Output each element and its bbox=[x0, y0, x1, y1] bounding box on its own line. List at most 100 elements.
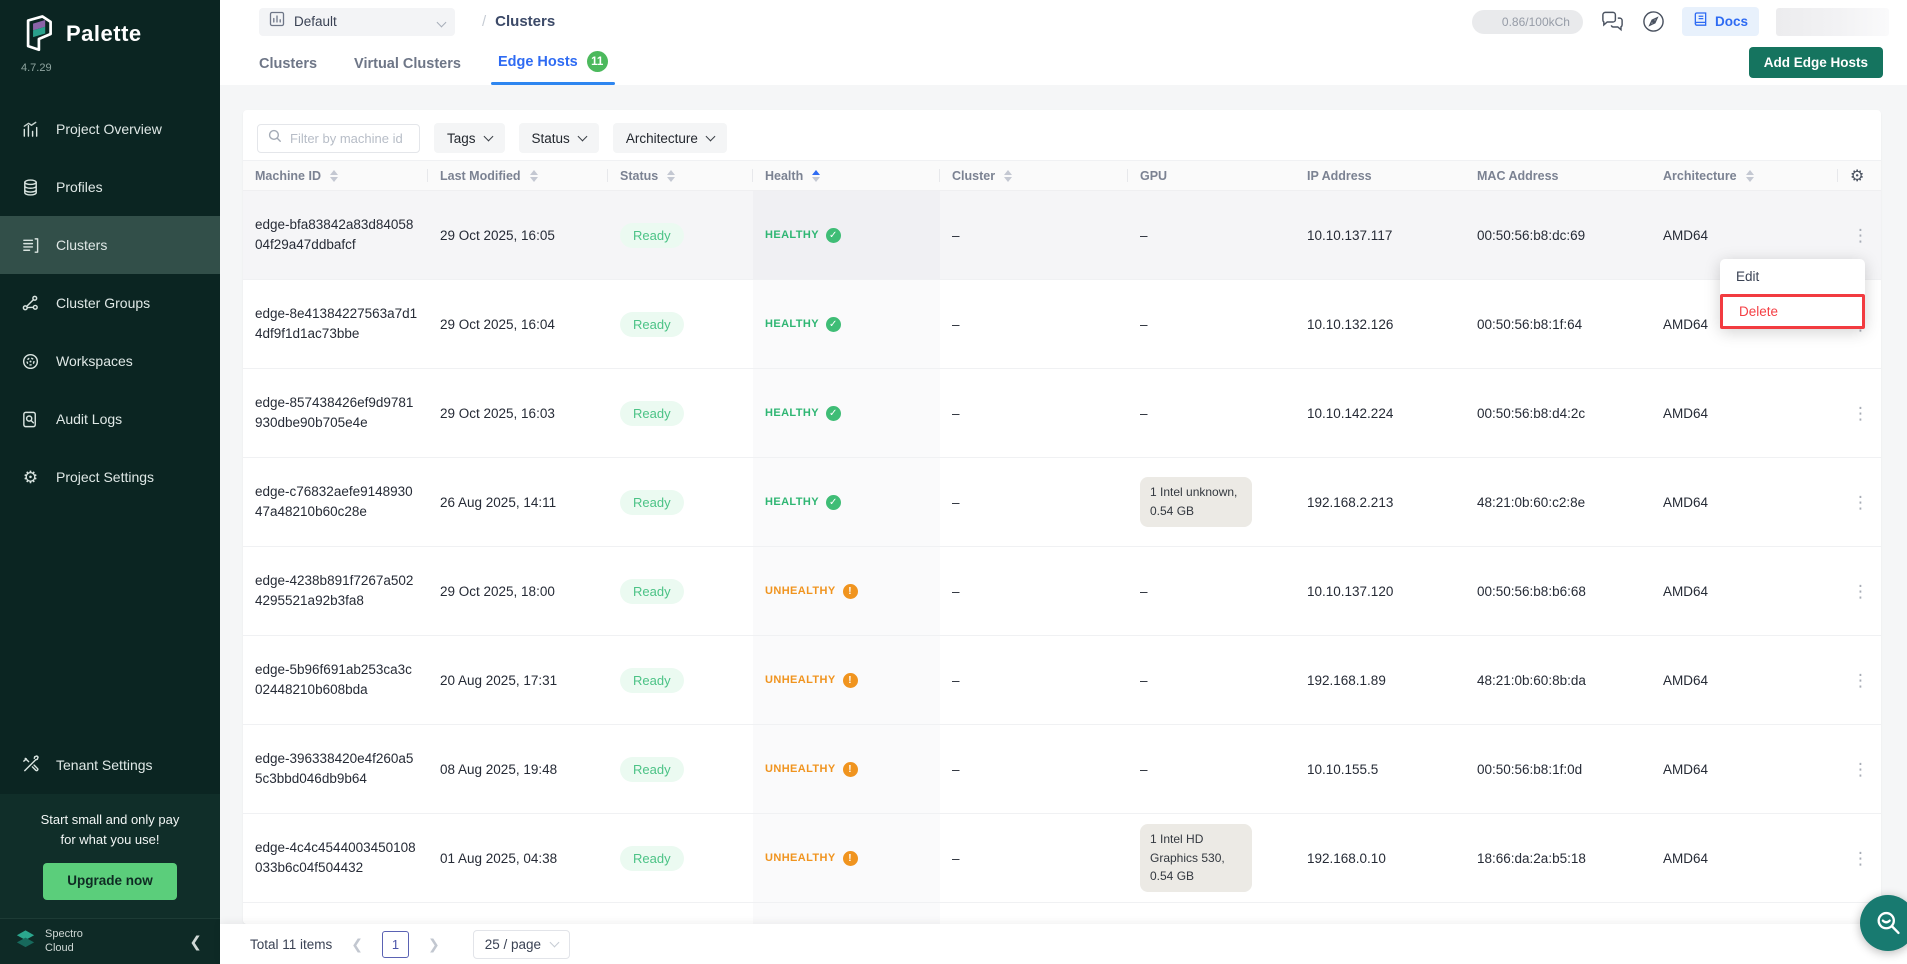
row-actions-kebab-icon[interactable]: ⋮ bbox=[1838, 494, 1881, 511]
topbar: Default / Clusters 0.86/100kCh bbox=[220, 0, 1907, 85]
column-header-last-modified[interactable]: Last Modified bbox=[428, 161, 608, 190]
project-selector[interactable]: Default bbox=[259, 8, 455, 36]
cell-machine-id: edge-8e41384227563a7d14df9f1d1ac73bbe bbox=[243, 304, 428, 345]
edge-hosts-card: Tags Status Architecture Machine IDLast Mo… bbox=[243, 110, 1881, 924]
chevron-down-icon bbox=[705, 132, 715, 142]
column-header-machine-id[interactable]: Machine ID bbox=[243, 161, 428, 190]
profiles-icon bbox=[20, 178, 41, 197]
cell-architecture: AMD64 bbox=[1651, 495, 1838, 510]
compass-icon[interactable] bbox=[1642, 10, 1665, 33]
sidebar-item-cluster-groups[interactable]: Cluster Groups bbox=[0, 274, 220, 332]
row-actions-kebab-icon[interactable]: ⋮ bbox=[1838, 672, 1881, 689]
cell-machine-id: edge-bfa83842a83d8405804f29a47ddbafcf bbox=[243, 215, 428, 256]
sidebar-item-project-overview[interactable]: Project Overview bbox=[0, 100, 220, 158]
machine-id-search[interactable] bbox=[257, 124, 420, 153]
prev-page-icon[interactable]: ❮ bbox=[347, 936, 367, 953]
row-actions-kebab-icon[interactable]: ⋮ bbox=[1838, 583, 1881, 600]
search-input[interactable] bbox=[290, 131, 409, 146]
filter-bar: Tags Status Architecture bbox=[243, 110, 1881, 160]
tab-edge-hosts[interactable]: Edge Hosts11 bbox=[498, 51, 608, 85]
user-account-area-redacted bbox=[1776, 8, 1889, 36]
sidebar-item-workspaces[interactable]: Workspaces bbox=[0, 332, 220, 390]
status-badge: Ready bbox=[620, 757, 684, 782]
column-label: Status bbox=[620, 169, 658, 183]
total-items-label: Total 11 items bbox=[250, 937, 332, 952]
upgrade-now-button[interactable]: Upgrade now bbox=[43, 863, 177, 900]
column-header-architecture[interactable]: Architecture bbox=[1651, 161, 1838, 190]
row-actions-kebab-icon[interactable]: ⋮ bbox=[1838, 850, 1881, 867]
row-actions-kebab-icon[interactable]: ⋮ bbox=[1838, 227, 1881, 244]
status-badge: Ready bbox=[620, 223, 684, 248]
filter-architecture-dropdown[interactable]: Architecture bbox=[613, 123, 727, 153]
brand-name: Spectro Cloud bbox=[45, 928, 83, 954]
column-header-ip-address: IP Address bbox=[1295, 161, 1465, 190]
column-header-health[interactable]: Health bbox=[753, 161, 940, 190]
sidebar-item-audit-logs[interactable]: Audit Logs bbox=[0, 390, 220, 448]
next-page-icon[interactable]: ❯ bbox=[424, 936, 444, 953]
filter-label: Tags bbox=[447, 131, 476, 146]
sidebar-item-label: Clusters bbox=[56, 237, 107, 253]
cell-mac-address: 48:21:0b:60:c2:8e bbox=[1465, 495, 1651, 510]
row-actions-kebab-icon[interactable]: ⋮ bbox=[1838, 761, 1881, 778]
sidebar: Palette 4.7.29 Project OverviewProfilesC… bbox=[0, 0, 220, 964]
table-row: edge-4238b891f7267a5024295521a92b3fa829 … bbox=[243, 547, 1881, 636]
status-badge: Ready bbox=[620, 579, 684, 604]
cell-ip-address: 192.168.1.89 bbox=[1295, 673, 1465, 688]
sidebar-item-tenant-settings[interactable]: Tenant Settings bbox=[0, 736, 220, 794]
cell-ip-address: 10.10.137.120 bbox=[1295, 584, 1465, 599]
cell-machine-id: edge-4238b891f7267a5024295521a92b3fa8 bbox=[243, 571, 428, 612]
cell-architecture: AMD64 bbox=[1651, 851, 1838, 866]
chat-feedback-icon[interactable] bbox=[1600, 11, 1625, 33]
tab-virtual-clusters[interactable]: Virtual Clusters bbox=[354, 56, 461, 85]
context-menu-edit[interactable]: Edit bbox=[1720, 259, 1865, 294]
column-settings-gear-icon[interactable]: ⚙ bbox=[1838, 166, 1881, 186]
sidebar-collapse-button[interactable]: ❮ bbox=[189, 933, 202, 951]
cell-gpu: – bbox=[1128, 228, 1295, 243]
column-label: GPU bbox=[1140, 169, 1167, 183]
page-number-button[interactable]: 1 bbox=[382, 931, 409, 958]
column-header-status[interactable]: Status bbox=[608, 161, 753, 190]
help-chat-launcher[interactable] bbox=[1860, 895, 1907, 951]
filter-label: Architecture bbox=[626, 131, 698, 146]
status-badge: Ready bbox=[620, 401, 684, 426]
column-label: IP Address bbox=[1307, 169, 1372, 183]
cell-gpu: 1 Intel HD Graphics 530, 0.54 GB bbox=[1128, 824, 1295, 892]
breadcrumb-clusters[interactable]: Clusters bbox=[495, 13, 555, 30]
cell-cluster: – bbox=[940, 584, 1128, 599]
check-circle-icon: ✓ bbox=[826, 317, 841, 332]
row-context-menu: EditDelete bbox=[1720, 259, 1865, 329]
cell-machine-id: edge-4c4c4544003450108033b6c04f504432 bbox=[243, 838, 428, 879]
cell-gpu: 1 Intel unknown, 0.54 GB bbox=[1128, 477, 1295, 526]
content-area: Tags Status Architecture Machine IDLast Mo… bbox=[220, 85, 1907, 924]
cell-health: UNHEALTHY! bbox=[753, 547, 940, 635]
status-badge: Ready bbox=[620, 846, 684, 871]
sidebar-item-project-settings[interactable]: ⚙Project Settings bbox=[0, 448, 220, 506]
sidebar-item-clusters[interactable]: Clusters bbox=[0, 216, 220, 274]
brand-bar: Spectro Cloud ❮ bbox=[0, 918, 220, 964]
filter-status-dropdown[interactable]: Status bbox=[519, 123, 599, 153]
row-actions-kebab-icon[interactable]: ⋮ bbox=[1838, 405, 1881, 422]
tab-clusters[interactable]: Clusters bbox=[259, 56, 317, 85]
add-edge-hosts-button[interactable]: Add Edge Hosts bbox=[1749, 47, 1883, 78]
sidebar-item-profiles[interactable]: Profiles bbox=[0, 158, 220, 216]
status-badge: Ready bbox=[620, 668, 684, 693]
cell-mac-address: 18:66:da:2a:b5:18 bbox=[1465, 851, 1651, 866]
cell-status: Ready bbox=[608, 757, 753, 782]
docs-button[interactable]: Docs bbox=[1682, 7, 1759, 36]
topbar-row1: Default / Clusters 0.86/100kCh bbox=[220, 0, 1907, 36]
column-header-cluster[interactable]: Cluster bbox=[940, 161, 1128, 190]
chevron-down-icon bbox=[438, 13, 445, 31]
cell-last-modified: 29 Oct 2025, 16:04 bbox=[428, 317, 608, 332]
table-row: edge-857438426ef9d9781930dbe90b705e4e29 … bbox=[243, 369, 1881, 458]
cell-cluster: – bbox=[940, 317, 1128, 332]
page-size-select[interactable]: 25 / page bbox=[473, 930, 570, 959]
filter-tags-dropdown[interactable]: Tags bbox=[434, 123, 505, 153]
table-body: edge-bfa83842a83d8405804f29a47ddbafcf 29 … bbox=[243, 191, 1881, 924]
cell-ip-address: 10.10.132.126 bbox=[1295, 317, 1465, 332]
app-version: 4.7.29 bbox=[0, 58, 220, 74]
column-label: Health bbox=[765, 169, 803, 183]
health-label: HEALTHY bbox=[765, 407, 819, 419]
sidebar-item-label: Cluster Groups bbox=[56, 295, 150, 311]
tabs: Clusters Virtual Clusters Edge Hosts11 bbox=[259, 36, 608, 85]
context-menu-delete[interactable]: Delete bbox=[1720, 294, 1865, 329]
